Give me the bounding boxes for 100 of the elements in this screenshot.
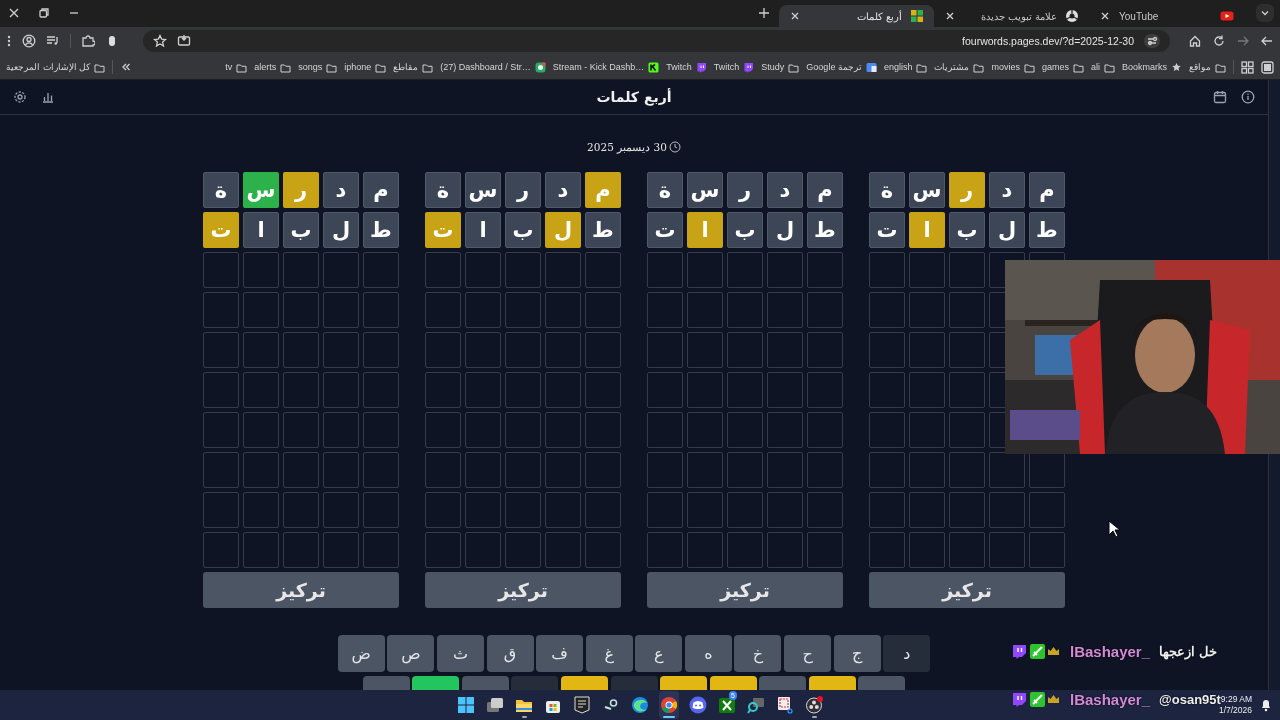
- browser-tab[interactable]: YouTube: [1089, 5, 1244, 27]
- letter-tile: ا: [243, 212, 279, 248]
- bookmark[interactable]: Study: [761, 61, 800, 73]
- key[interactable]: ث: [436, 635, 484, 672]
- empty-tile: [545, 252, 581, 288]
- empty-tile: [949, 532, 985, 568]
- letter-tile: ر: [949, 172, 985, 208]
- empty-tile: [1029, 532, 1065, 568]
- empty-tile: [203, 332, 239, 368]
- browser-tab[interactable]: أربع كلمات: [779, 5, 934, 27]
- letter-tile: ب: [949, 212, 985, 248]
- bookmark[interactable]: Bookmarks: [1122, 61, 1182, 73]
- chrome-button[interactable]: [659, 691, 679, 719]
- folder-icon: [1215, 61, 1226, 73]
- letter-tile: ا: [909, 212, 945, 248]
- empty-tile: [465, 252, 501, 288]
- close-icon[interactable]: [944, 10, 956, 22]
- letter-tile: د: [767, 172, 803, 208]
- key[interactable]: [660, 676, 708, 690]
- close-icon[interactable]: [789, 10, 801, 22]
- empty-tile: [909, 252, 945, 288]
- media-icon[interactable]: [46, 34, 60, 48]
- bookmark[interactable]: iphone: [344, 61, 387, 73]
- letter-tile: ب: [505, 212, 541, 248]
- bookmark[interactable]: Stream - Kick Dashb…: [552, 61, 660, 73]
- key[interactable]: [412, 676, 460, 690]
- date-label: 30 ديسمبر 2025: [587, 141, 667, 153]
- bookmark[interactable]: alerts: [254, 61, 292, 73]
- key[interactable]: غ: [585, 635, 633, 672]
- empty-tile: [949, 452, 985, 488]
- key[interactable]: د: [883, 635, 931, 672]
- key[interactable]: ح: [784, 635, 832, 672]
- empty-tile: [647, 252, 683, 288]
- bookmark[interactable]: ali: [1090, 61, 1115, 73]
- forward-icon[interactable]: [1236, 34, 1250, 48]
- key[interactable]: ص: [387, 635, 435, 672]
- settings-icon[interactable]: [13, 90, 27, 104]
- extensions-icon[interactable]: [81, 34, 95, 48]
- empty-tile: [203, 492, 239, 528]
- focus-button[interactable]: تركيز: [425, 572, 621, 608]
- bookmark[interactable]: Twitch: [713, 61, 755, 73]
- address-bar[interactable]: fourwords.pages.dev/?d=2025-12-30: [143, 30, 1170, 52]
- install-icon[interactable]: [177, 34, 191, 48]
- profile-icon[interactable]: [22, 34, 36, 48]
- back-icon[interactable]: [1260, 34, 1274, 48]
- focus-button[interactable]: تركيز: [869, 572, 1065, 608]
- key[interactable]: ق: [486, 635, 534, 672]
- bookmark[interactable]: مواقع: [1189, 61, 1226, 73]
- magnifier-icon: [746, 695, 766, 715]
- close-icon[interactable]: [1099, 10, 1111, 22]
- chevrons-icon[interactable]: [120, 61, 132, 73]
- bookmark[interactable]: songs: [298, 61, 338, 73]
- letter-tile: ط: [1029, 212, 1065, 248]
- bookmark[interactable]: مقاطع: [393, 61, 434, 73]
- bookmark[interactable]: movies: [991, 61, 1035, 73]
- bookmark[interactable]: games: [1041, 61, 1084, 73]
- apps-icon[interactable]: [1241, 60, 1254, 74]
- key[interactable]: [709, 676, 757, 690]
- key[interactable]: [560, 676, 608, 690]
- bookmark[interactable]: مشتريات: [934, 61, 985, 73]
- bookmark[interactable]: Twitch: [666, 61, 707, 73]
- site-settings-icon[interactable]: [1144, 34, 1160, 48]
- key[interactable]: ج: [833, 635, 881, 672]
- side-panel-icon[interactable]: [1261, 60, 1274, 74]
- info-icon[interactable]: [1241, 90, 1255, 104]
- letter-tile: ل: [323, 212, 359, 248]
- chart-icon[interactable]: [41, 90, 55, 104]
- home-icon[interactable]: [1188, 34, 1202, 48]
- empty-tile: [647, 492, 683, 528]
- key[interactable]: ف: [536, 635, 584, 672]
- new-tab-icon[interactable]: [757, 6, 771, 20]
- focus-button[interactable]: تركيز: [203, 572, 399, 608]
- key[interactable]: [808, 676, 856, 690]
- calendar-icon[interactable]: [1213, 90, 1227, 104]
- empty-tile: [949, 292, 985, 328]
- bookmark[interactable]: كل الإشارات المرجعية: [6, 61, 105, 73]
- star-icon[interactable]: [153, 34, 167, 48]
- empty-tile: [323, 492, 359, 528]
- empty-tile: [363, 532, 399, 568]
- bookmark[interactable]: ترجمة Google: [806, 61, 877, 73]
- letter-tile: ر: [283, 172, 319, 208]
- globe-icon: [1065, 9, 1079, 23]
- bookmark[interactable]: (27) Dashboard / Str…: [440, 61, 546, 73]
- notification-bell-icon[interactable]: [1260, 698, 1272, 712]
- key[interactable]: ض: [337, 635, 385, 672]
- bookmark[interactable]: english: [883, 61, 928, 73]
- key[interactable]: ع: [635, 635, 683, 672]
- letter-tile: ت: [647, 212, 683, 248]
- close-icon[interactable]: [7, 6, 21, 20]
- letter-tile: ب: [283, 212, 319, 248]
- browser-tab[interactable]: علامة تبويب جديدة: [934, 5, 1089, 27]
- key[interactable]: خ: [734, 635, 782, 672]
- dropdown-icon[interactable]: [1256, 4, 1274, 22]
- bookmark[interactable]: tv: [225, 61, 248, 73]
- key[interactable]: ه: [684, 635, 732, 672]
- restore-icon[interactable]: [37, 6, 51, 20]
- menu-icon[interactable]: [6, 34, 12, 48]
- empty-tile: [909, 292, 945, 328]
- focus-button[interactable]: تركيز: [647, 572, 843, 608]
- reload-icon[interactable]: [1212, 34, 1226, 48]
